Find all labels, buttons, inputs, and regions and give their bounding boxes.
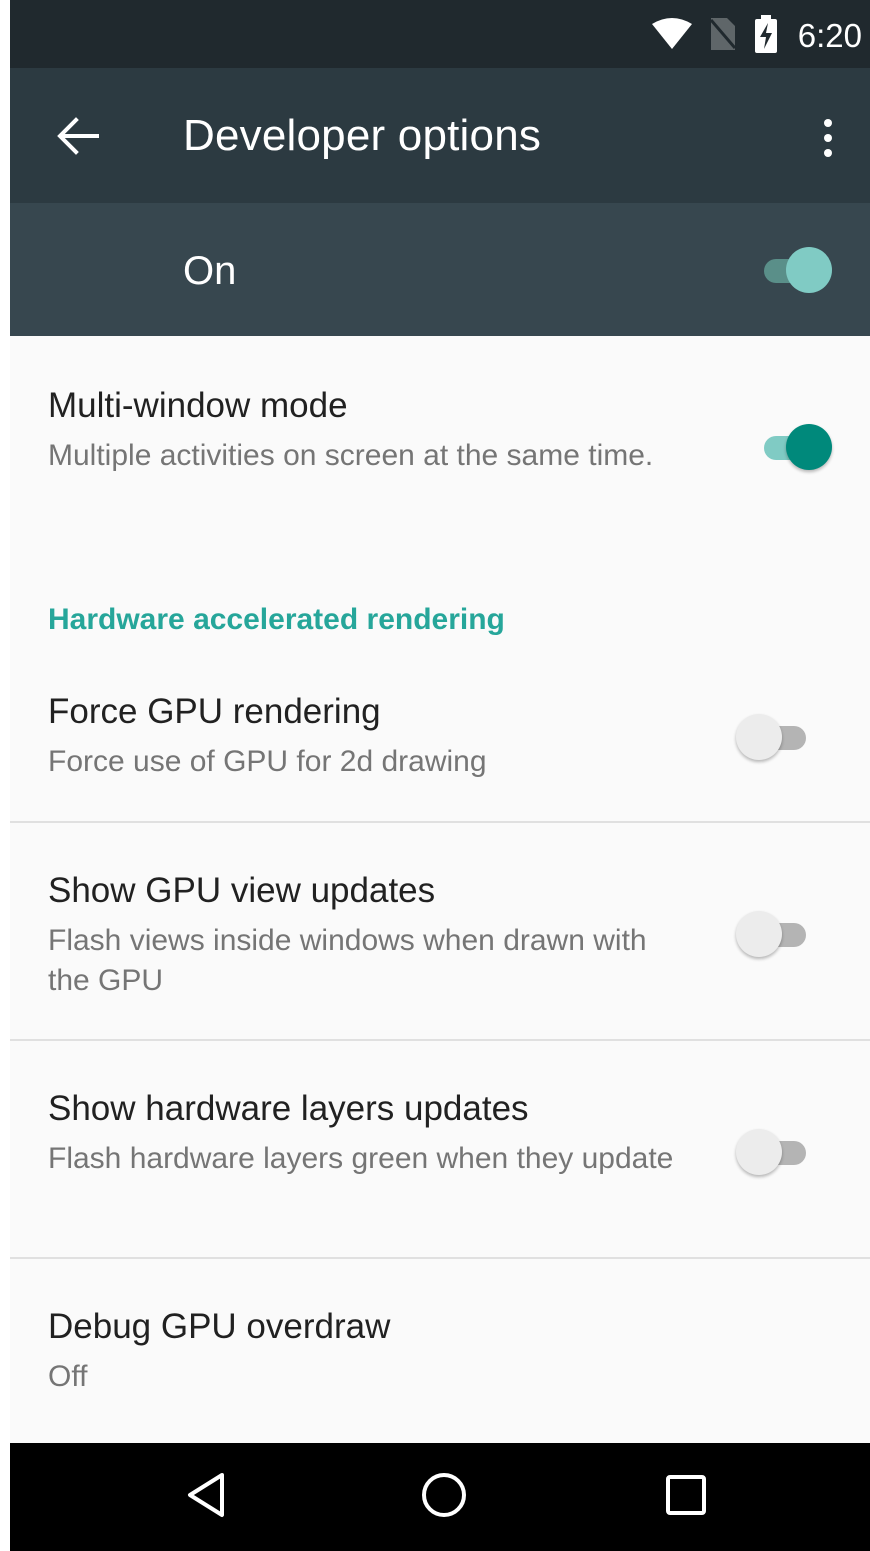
back-button[interactable] xyxy=(50,110,106,166)
setting-debug-gpu-overdraw[interactable]: Debug GPU overdraw Off xyxy=(10,1259,870,1443)
status-time: 6:20 xyxy=(797,17,862,54)
nav-home-button[interactable] xyxy=(414,1467,474,1527)
navigation-bar xyxy=(10,1443,870,1551)
nav-back-button[interactable] xyxy=(176,1467,236,1527)
setting-title: Multi-window mode xyxy=(48,386,348,425)
setting-summary: Force use of GPU for 2d drawing xyxy=(48,745,487,778)
battery-charging-icon xyxy=(754,14,778,58)
setting-show-gpu-view-updates[interactable]: Show GPU view updates Flash views inside… xyxy=(10,823,870,1039)
switch-thumb xyxy=(786,424,832,470)
screen: 6:20 Developer options On Multi-window m… xyxy=(10,0,870,1551)
multi-window-toggle-switch[interactable] xyxy=(756,420,836,472)
more-vert-icon-dot xyxy=(824,149,832,157)
overflow-menu-button[interactable] xyxy=(806,106,850,170)
setting-force-gpu-rendering[interactable]: Force GPU rendering Force use of GPU for… xyxy=(10,666,870,821)
switch-thumb xyxy=(736,911,782,957)
setting-multi-window-mode[interactable]: Multi-window mode Multiple activities on… xyxy=(10,336,870,566)
setting-summary: Flash hardware layers green when they up… xyxy=(48,1142,674,1175)
status-bar: 6:20 xyxy=(10,0,870,68)
force-gpu-toggle-switch[interactable] xyxy=(736,710,816,762)
setting-title: Show GPU view updates xyxy=(48,871,436,910)
toolbar: Developer options xyxy=(10,68,870,203)
back-triangle-icon xyxy=(184,1471,228,1524)
arrow-back-icon xyxy=(57,116,99,160)
status-icons: 6:20 xyxy=(651,14,862,58)
master-toggle-switch[interactable] xyxy=(756,243,836,295)
master-switch-bar[interactable]: On xyxy=(10,203,870,336)
switch-thumb xyxy=(786,247,832,293)
more-vert-icon-dot xyxy=(824,119,832,127)
setting-summary: Off xyxy=(48,1360,88,1393)
gpu-view-updates-toggle-switch[interactable] xyxy=(736,907,816,959)
switch-thumb xyxy=(736,1129,782,1175)
setting-title: Force GPU rendering xyxy=(48,692,381,731)
setting-summary: Multiple activities on screen at the sam… xyxy=(48,439,654,472)
wifi-icon xyxy=(651,17,692,55)
switch-thumb xyxy=(736,714,782,760)
category-header: Hardware accelerated rendering xyxy=(48,603,505,636)
setting-summary: Flash views inside windows when drawn wi… xyxy=(48,924,647,997)
setting-show-hardware-layers-updates[interactable]: Show hardware layers updates Flash hardw… xyxy=(10,1041,870,1257)
no-sim-icon xyxy=(709,17,736,56)
recents-square-icon xyxy=(664,1473,708,1522)
setting-title: Show hardware layers updates xyxy=(48,1089,529,1128)
master-switch-label: On xyxy=(183,249,237,293)
nav-recents-button[interactable] xyxy=(656,1467,716,1527)
hardware-layers-toggle-switch[interactable] xyxy=(736,1125,816,1177)
more-vert-icon-dot xyxy=(824,134,832,142)
home-circle-icon xyxy=(420,1471,468,1524)
page-title: Developer options xyxy=(183,111,542,160)
setting-title: Debug GPU overdraw xyxy=(48,1307,391,1346)
